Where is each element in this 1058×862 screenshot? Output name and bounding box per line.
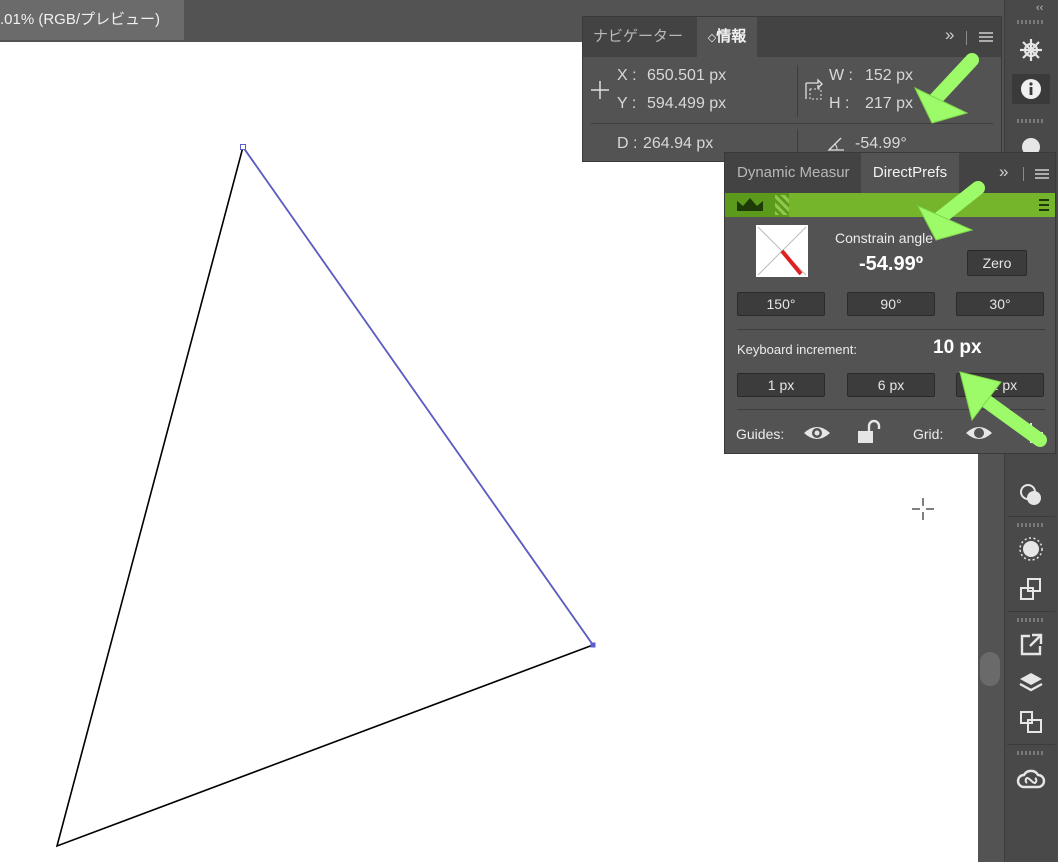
annotation-arrow-icon: [916, 181, 985, 241]
annotation-arrow-icon: [913, 53, 979, 124]
annotation-arrow-icon: [959, 371, 1047, 447]
annotation-arrows: [913, 53, 1047, 447]
